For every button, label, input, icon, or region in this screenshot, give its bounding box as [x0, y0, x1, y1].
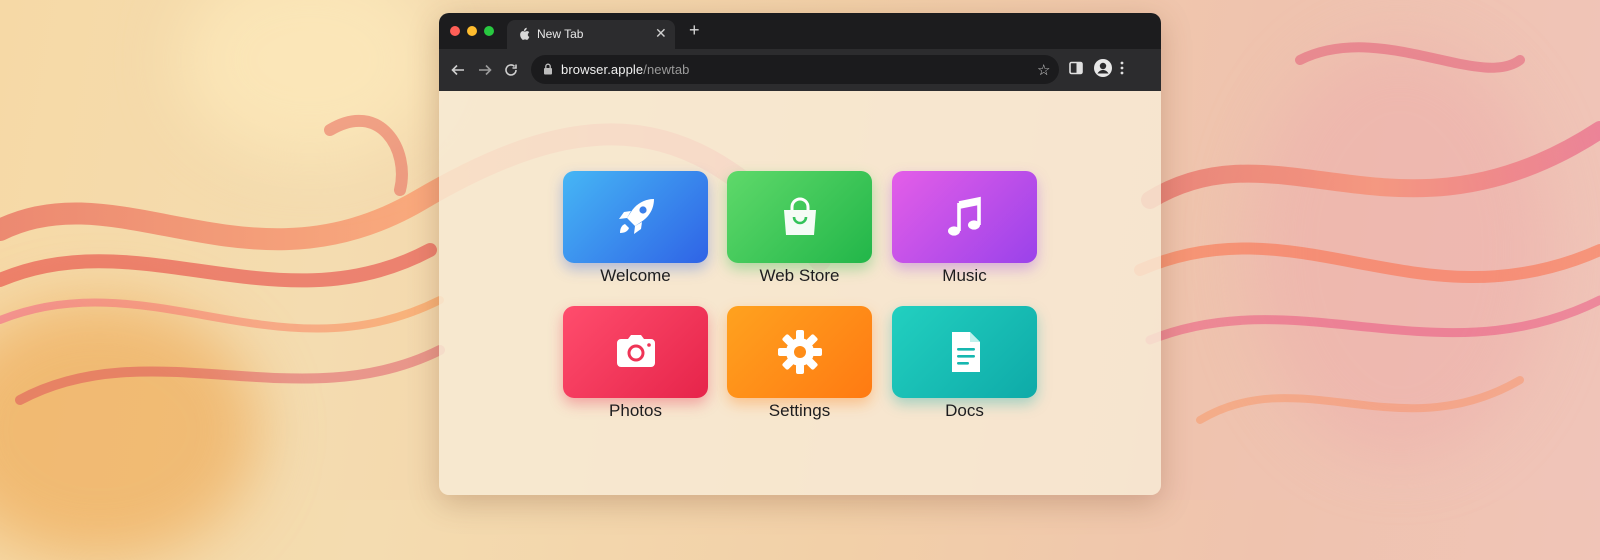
shortcut-label[interactable]: Settings [727, 401, 872, 421]
shortcut-photos-tile[interactable] [563, 306, 708, 398]
close-window-button[interactable] [450, 26, 460, 36]
profile-icon[interactable] [1093, 58, 1113, 78]
url-text[interactable]: browser.apple/newtab [561, 62, 689, 77]
browser-window: New Tab ✕ + browser.apple/newtab ☆ Welco… [439, 13, 1161, 495]
shortcut-docs-tile[interactable] [892, 306, 1037, 398]
lock-icon [544, 63, 552, 75]
tab-title: New Tab [537, 27, 584, 41]
shopping-bag-icon [783, 197, 816, 235]
address-bar[interactable]: browser.apple/newtab ☆ [531, 55, 1059, 84]
back-arrow-icon[interactable] [449, 61, 467, 79]
apple-logo-icon [520, 27, 530, 40]
shortcut-settings-tile[interactable] [727, 306, 872, 398]
camera-icon [616, 335, 655, 367]
reload-icon[interactable] [502, 61, 520, 79]
document-icon [951, 332, 980, 372]
title-bar: New Tab ✕ + [439, 13, 1161, 49]
zoom-window-button[interactable] [484, 26, 494, 36]
sidebar-icon[interactable] [1068, 60, 1084, 76]
shortcut-label[interactable]: Music [892, 266, 1037, 286]
shortcut-label[interactable]: Docs [892, 401, 1037, 421]
rocket-icon [618, 199, 654, 234]
shortcut-web-store-tile[interactable] [727, 171, 872, 263]
more-menu-icon[interactable] [1119, 60, 1125, 76]
close-icon[interactable]: ✕ [655, 26, 667, 40]
new-tab-page: Welcome Web Store Music Photos Settings … [439, 91, 1161, 495]
shortcut-welcome-tile[interactable] [563, 171, 708, 263]
shortcut-label[interactable]: Web Store [727, 266, 872, 286]
star-icon[interactable]: ☆ [1037, 61, 1050, 79]
gear-icon [777, 330, 822, 374]
shortcut-label[interactable]: Photos [563, 401, 708, 421]
forward-arrow-icon[interactable] [476, 61, 494, 79]
music-note-icon [947, 196, 981, 236]
tab-new-tab[interactable]: New Tab ✕ [507, 20, 675, 49]
url-host: browser.apple [561, 62, 644, 77]
toolbar: browser.apple/newtab ☆ [439, 49, 1161, 91]
shortcut-music-tile[interactable] [892, 171, 1037, 263]
shortcut-label[interactable]: Welcome [563, 266, 708, 286]
new-tab-button[interactable]: + [689, 21, 700, 39]
url-path: /newtab [643, 62, 690, 77]
minimize-window-button[interactable] [467, 26, 477, 36]
